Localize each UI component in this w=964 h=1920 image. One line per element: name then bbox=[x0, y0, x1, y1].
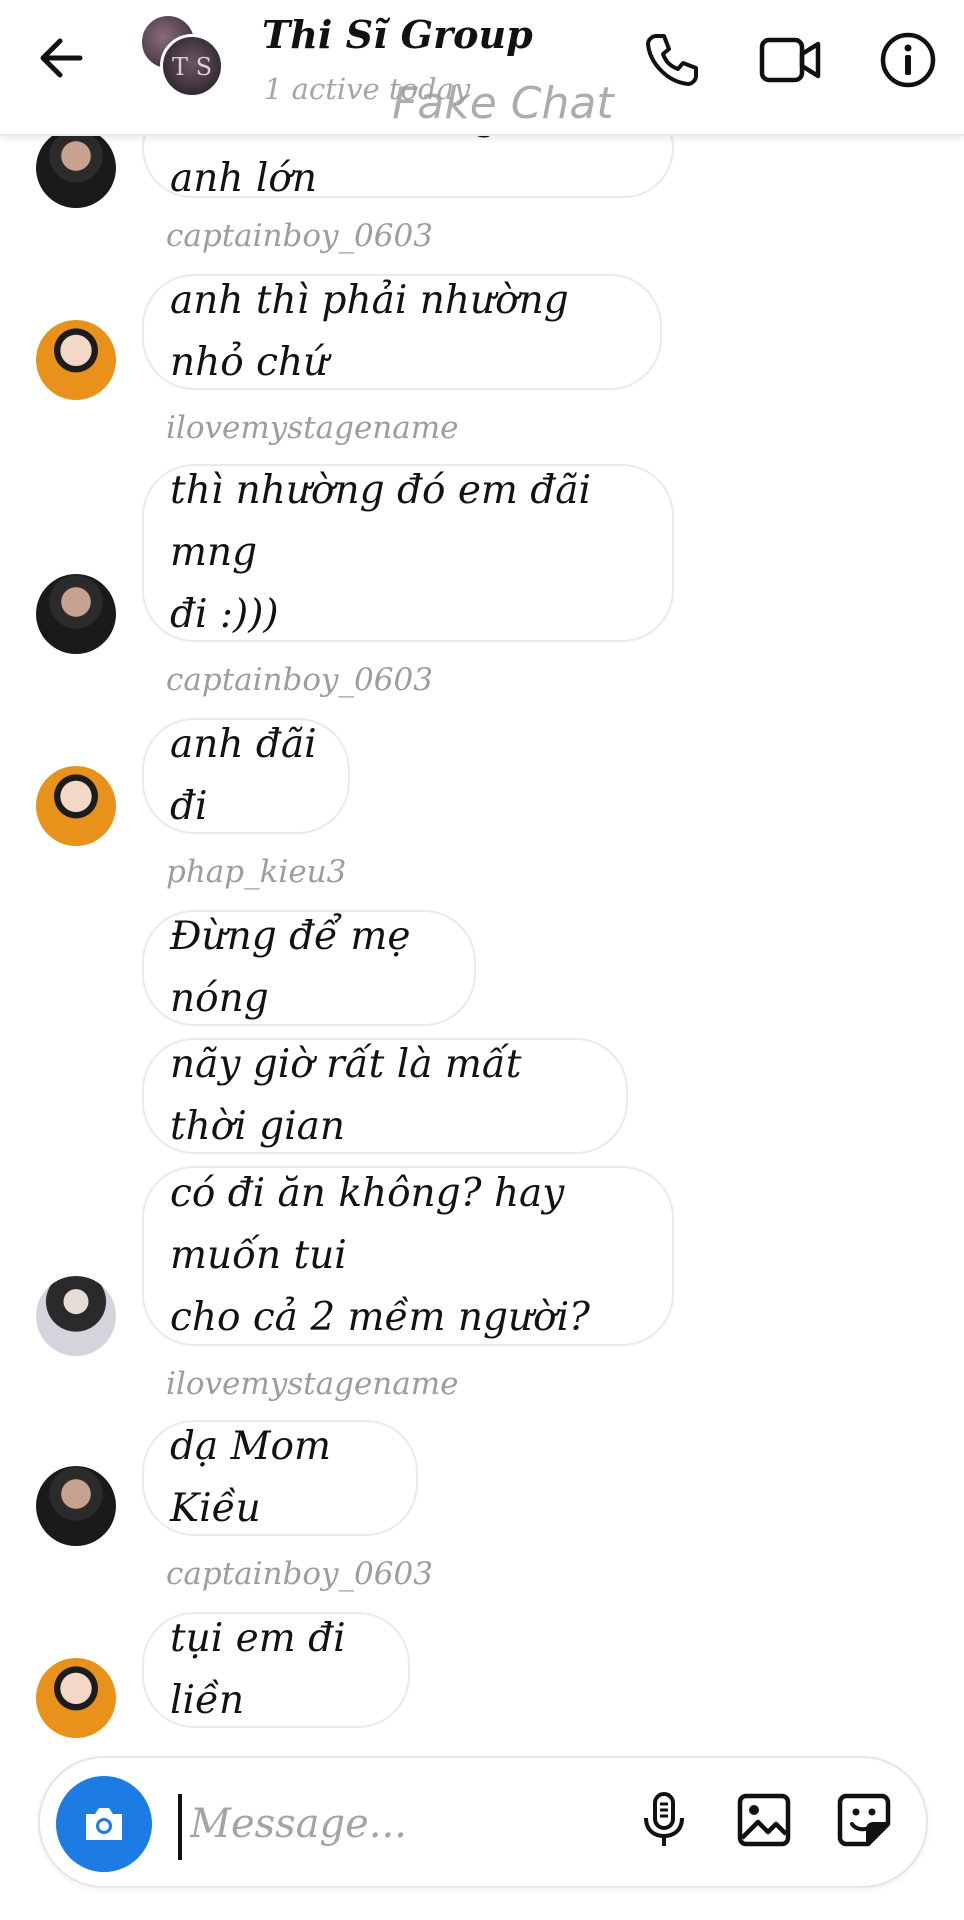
avatar[interactable] bbox=[36, 1276, 116, 1356]
message-text-line: thì nhường đó em đãi mng bbox=[170, 468, 591, 575]
arrow-left-icon bbox=[40, 38, 83, 78]
sender-name: ilovemystagename bbox=[166, 1366, 459, 1402]
sender-name: ilovemystagename bbox=[166, 410, 459, 446]
video-camera-icon bbox=[759, 37, 821, 83]
message-text: Đừng để mẹ nóng bbox=[170, 914, 411, 1021]
message-text-line: có đi ăn không? hay muốn tui bbox=[170, 1171, 565, 1278]
message-text: tụi em đi liền bbox=[170, 1616, 346, 1723]
avatar[interactable] bbox=[36, 320, 116, 400]
message-bubble[interactable]: thì nhường đó em đãi mng đi :))) bbox=[142, 464, 674, 642]
info-button[interactable] bbox=[878, 30, 938, 90]
camera-icon bbox=[86, 1808, 122, 1840]
sender-name: captainboy_0603 bbox=[166, 218, 433, 254]
group-avatar[interactable]: T S bbox=[140, 14, 224, 98]
message-thread: thôi em út thì nghe lời anh lớn captainb… bbox=[0, 0, 964, 1740]
message-bubble[interactable]: anh thì phải nhường nhỏ chứ bbox=[142, 274, 662, 390]
group-avatar-logo: T S bbox=[171, 53, 213, 81]
message-text-line: cho cả 2 mềm người? bbox=[170, 1295, 590, 1340]
info-icon bbox=[880, 32, 936, 88]
avatar[interactable] bbox=[36, 574, 116, 654]
text-cursor bbox=[178, 1794, 182, 1860]
group-title[interactable]: Thi Sĩ Group bbox=[262, 12, 533, 57]
camera-button[interactable] bbox=[56, 1776, 152, 1872]
message-text: anh đãi đi bbox=[170, 722, 317, 829]
message-text-line: đi :))) bbox=[170, 592, 279, 637]
message-input[interactable] bbox=[190, 1788, 650, 1860]
watermark-text: Fake Chat bbox=[392, 78, 614, 129]
avatar[interactable] bbox=[36, 1466, 116, 1546]
voice-message-button[interactable] bbox=[632, 1788, 696, 1852]
message-text: nãy giờ rất là mất thời gian bbox=[170, 1042, 522, 1149]
sender-name: phap_kieu3 bbox=[166, 854, 347, 890]
message-bubble[interactable]: Đừng để mẹ nóng bbox=[142, 910, 476, 1026]
message-composer bbox=[38, 1756, 928, 1888]
sticker-button[interactable] bbox=[832, 1788, 896, 1852]
message-bubble[interactable]: nãy giờ rất là mất thời gian bbox=[142, 1038, 628, 1154]
message-bubble[interactable]: anh đãi đi bbox=[142, 718, 350, 834]
group-avatar-front: T S bbox=[160, 34, 224, 98]
message-text: anh thì phải nhường nhỏ chứ bbox=[170, 278, 569, 385]
gallery-button[interactable] bbox=[732, 1788, 796, 1852]
avatar[interactable] bbox=[36, 128, 116, 208]
microphone-icon bbox=[644, 1792, 684, 1846]
message-text: dạ Mom Kiều bbox=[170, 1424, 332, 1531]
voice-call-button[interactable] bbox=[642, 30, 702, 90]
image-icon bbox=[737, 1793, 791, 1847]
message-bubble[interactable]: có đi ăn không? hay muốn tui cho cả 2 mề… bbox=[142, 1166, 674, 1346]
back-button[interactable] bbox=[34, 30, 90, 86]
video-call-button[interactable] bbox=[758, 30, 824, 90]
sticker-icon bbox=[837, 1793, 891, 1847]
message-bubble[interactable]: tụi em đi liền bbox=[142, 1612, 410, 1728]
phone-icon bbox=[646, 34, 698, 86]
avatar[interactable] bbox=[36, 766, 116, 846]
avatar[interactable] bbox=[36, 1658, 116, 1738]
sender-name: captainboy_0603 bbox=[166, 662, 433, 698]
sender-name: captainboy_0603 bbox=[166, 1556, 433, 1592]
message-bubble[interactable]: dạ Mom Kiều bbox=[142, 1420, 418, 1536]
